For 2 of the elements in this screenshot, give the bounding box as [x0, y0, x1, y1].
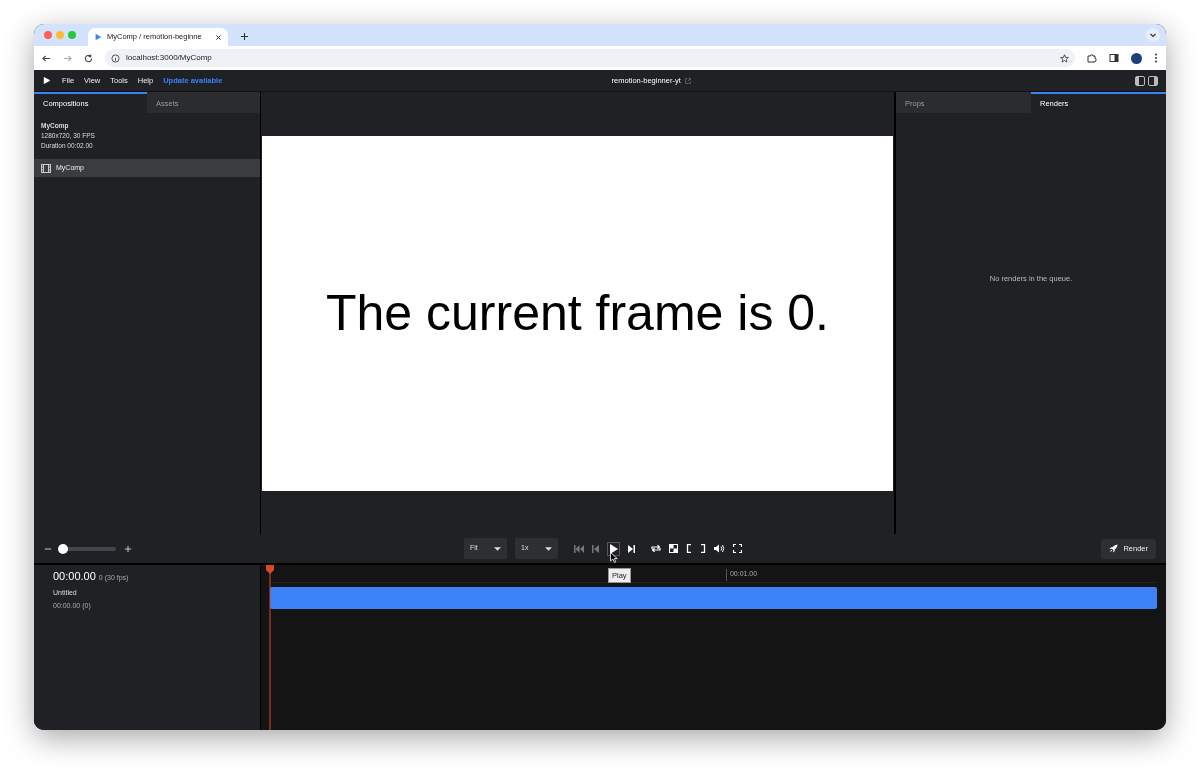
- frame-text: The current frame is 0.: [326, 283, 829, 343]
- current-time: 00:00.00: [53, 569, 96, 584]
